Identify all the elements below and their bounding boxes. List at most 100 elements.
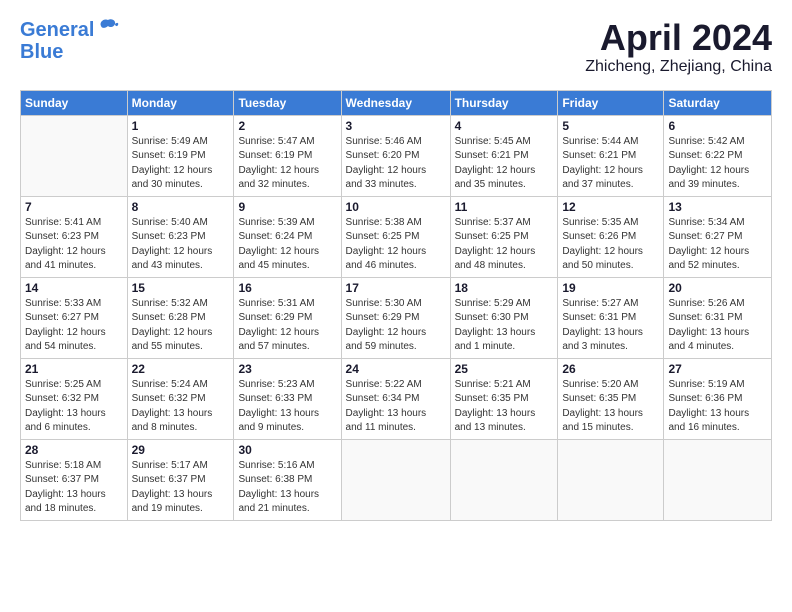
day-info: Sunrise: 5:21 AMSunset: 6:35 PMDaylight:… [455, 378, 554, 436]
week-row-4: 21 Sunrise: 5:25 AMSunset: 6:32 PMDayligh… [21, 358, 772, 439]
day-info: Sunrise: 5:44 AMSunset: 6:21 PMDaylight:… [562, 135, 659, 193]
day-info: Sunrise: 5:18 AMSunset: 6:37 PMDaylight:… [25, 459, 123, 517]
day-number: 28 [25, 443, 123, 457]
calendar-cell: 7 Sunrise: 5:41 AMSunset: 6:23 PMDaylight… [21, 196, 128, 277]
day-info: Sunrise: 5:31 AMSunset: 6:29 PMDaylight:… [238, 297, 336, 355]
calendar-cell: 29 Sunrise: 5:17 AMSunset: 6:37 PMDayligh… [127, 439, 234, 520]
calendar-cell: 3 Sunrise: 5:46 AMSunset: 6:20 PMDaylight… [341, 115, 450, 196]
header-wednesday: Wednesday [341, 90, 450, 115]
day-info: Sunrise: 5:29 AMSunset: 6:30 PMDaylight:… [455, 297, 554, 355]
day-number: 26 [562, 362, 659, 376]
day-info: Sunrise: 5:26 AMSunset: 6:31 PMDaylight:… [668, 297, 767, 355]
calendar-cell: 12 Sunrise: 5:35 AMSunset: 6:26 PMDayligh… [558, 196, 664, 277]
calendar-cell: 4Sunrise: 5:45 AMSunset: 6:21 PMDaylight… [450, 115, 558, 196]
day-number: 12 [562, 200, 659, 214]
day-number: 19 [562, 281, 659, 295]
calendar-table: Sunday Monday Tuesday Wednesday Thursday… [20, 90, 772, 521]
calendar-cell: 11Sunrise: 5:37 AMSunset: 6:25 PMDayligh… [450, 196, 558, 277]
logo-general-text: General [20, 20, 94, 40]
title-block: April 2024 Zhicheng, Zhejiang, China [585, 18, 772, 76]
day-number: 24 [346, 362, 446, 376]
calendar-cell: 1 Sunrise: 5:49 AMSunset: 6:19 PMDaylight… [127, 115, 234, 196]
calendar-cell: 16 Sunrise: 5:31 AMSunset: 6:29 PMDayligh… [234, 277, 341, 358]
calendar-cell: 20 Sunrise: 5:26 AMSunset: 6:31 PMDayligh… [664, 277, 772, 358]
calendar-subtitle: Zhicheng, Zhejiang, China [585, 58, 772, 76]
day-info: Sunrise: 5:17 AMSunset: 6:37 PMDaylight:… [132, 459, 230, 517]
day-info: Sunrise: 5:33 AMSunset: 6:27 PMDaylight:… [25, 297, 123, 355]
day-number: 22 [132, 362, 230, 376]
day-number: 11 [455, 200, 554, 214]
day-number: 21 [25, 362, 123, 376]
calendar-cell [450, 439, 558, 520]
calendar-cell: 28 Sunrise: 5:18 AMSunset: 6:37 PMDayligh… [21, 439, 128, 520]
day-number: 1 [132, 119, 230, 133]
day-number: 3 [346, 119, 446, 133]
header-sunday: Sunday [21, 90, 128, 115]
calendar-cell: 17 Sunrise: 5:30 AMSunset: 6:29 PMDayligh… [341, 277, 450, 358]
day-info: Sunrise: 5:16 AMSunset: 6:38 PMDaylight:… [238, 459, 336, 517]
day-info: Sunrise: 5:20 AMSunset: 6:35 PMDaylight:… [562, 378, 659, 436]
day-info: Sunrise: 5:47 AMSunset: 6:19 PMDaylight:… [238, 135, 336, 193]
week-row-5: 28 Sunrise: 5:18 AMSunset: 6:37 PMDayligh… [21, 439, 772, 520]
day-number: 16 [238, 281, 336, 295]
day-number: 13 [668, 200, 767, 214]
bird-icon [97, 16, 119, 42]
day-info: Sunrise: 5:25 AMSunset: 6:32 PMDaylight:… [25, 378, 123, 436]
week-row-1: 1 Sunrise: 5:49 AMSunset: 6:19 PMDaylight… [21, 115, 772, 196]
page: General Blue April 2024 Zhicheng, Zhejia… [0, 0, 792, 531]
calendar-cell [558, 439, 664, 520]
day-number: 27 [668, 362, 767, 376]
day-number: 8 [132, 200, 230, 214]
day-info: Sunrise: 5:42 AMSunset: 6:22 PMDaylight:… [668, 135, 767, 193]
day-number: 20 [668, 281, 767, 295]
day-number: 7 [25, 200, 123, 214]
day-info: Sunrise: 5:40 AMSunset: 6:23 PMDaylight:… [132, 216, 230, 274]
calendar-cell: 10Sunrise: 5:38 AMSunset: 6:25 PMDayligh… [341, 196, 450, 277]
calendar-cell: 25 Sunrise: 5:21 AMSunset: 6:35 PMDayligh… [450, 358, 558, 439]
calendar-cell: 13 Sunrise: 5:34 AMSunset: 6:27 PMDayligh… [664, 196, 772, 277]
day-info: Sunrise: 5:41 AMSunset: 6:23 PMDaylight:… [25, 216, 123, 274]
calendar-cell: 8 Sunrise: 5:40 AMSunset: 6:23 PMDaylight… [127, 196, 234, 277]
day-number: 18 [455, 281, 554, 295]
day-info: Sunrise: 5:34 AMSunset: 6:27 PMDaylight:… [668, 216, 767, 274]
day-info: Sunrise: 5:30 AMSunset: 6:29 PMDaylight:… [346, 297, 446, 355]
calendar-cell: 6Sunrise: 5:42 AMSunset: 6:22 PMDaylight… [664, 115, 772, 196]
day-info: Sunrise: 5:22 AMSunset: 6:34 PMDaylight:… [346, 378, 446, 436]
calendar-cell: 2Sunrise: 5:47 AMSunset: 6:19 PMDaylight… [234, 115, 341, 196]
logo-blue-text: Blue [20, 42, 119, 62]
day-number: 29 [132, 443, 230, 457]
day-info: Sunrise: 5:45 AMSunset: 6:21 PMDaylight:… [455, 135, 554, 193]
header-thursday: Thursday [450, 90, 558, 115]
day-info: Sunrise: 5:19 AMSunset: 6:36 PMDaylight:… [668, 378, 767, 436]
day-info: Sunrise: 5:35 AMSunset: 6:26 PMDaylight:… [562, 216, 659, 274]
day-number: 15 [132, 281, 230, 295]
calendar-cell: 23 Sunrise: 5:23 AMSunset: 6:33 PMDayligh… [234, 358, 341, 439]
calendar-cell: 18 Sunrise: 5:29 AMSunset: 6:30 PMDayligh… [450, 277, 558, 358]
calendar-cell: 14 Sunrise: 5:33 AMSunset: 6:27 PMDayligh… [21, 277, 128, 358]
day-number: 9 [238, 200, 336, 214]
week-row-2: 7 Sunrise: 5:41 AMSunset: 6:23 PMDaylight… [21, 196, 772, 277]
day-info: Sunrise: 5:49 AMSunset: 6:19 PMDaylight:… [132, 135, 230, 193]
calendar-cell [341, 439, 450, 520]
day-info: Sunrise: 5:38 AMSunset: 6:25 PMDaylight:… [346, 216, 446, 274]
calendar-cell: 27 Sunrise: 5:19 AMSunset: 6:36 PMDayligh… [664, 358, 772, 439]
logo: General Blue [20, 18, 119, 62]
day-number: 5 [562, 119, 659, 133]
day-number: 30 [238, 443, 336, 457]
day-info: Sunrise: 5:46 AMSunset: 6:20 PMDaylight:… [346, 135, 446, 193]
day-info: Sunrise: 5:23 AMSunset: 6:33 PMDaylight:… [238, 378, 336, 436]
header-friday: Friday [558, 90, 664, 115]
calendar-cell: 21 Sunrise: 5:25 AMSunset: 6:32 PMDayligh… [21, 358, 128, 439]
header-saturday: Saturday [664, 90, 772, 115]
header-tuesday: Tuesday [234, 90, 341, 115]
day-info: Sunrise: 5:27 AMSunset: 6:31 PMDaylight:… [562, 297, 659, 355]
day-number: 25 [455, 362, 554, 376]
calendar-cell: 22Sunrise: 5:24 AMSunset: 6:32 PMDayligh… [127, 358, 234, 439]
calendar-cell: 19 Sunrise: 5:27 AMSunset: 6:31 PMDayligh… [558, 277, 664, 358]
calendar-cell: 24 Sunrise: 5:22 AMSunset: 6:34 PMDayligh… [341, 358, 450, 439]
day-number: 14 [25, 281, 123, 295]
day-number: 17 [346, 281, 446, 295]
day-number: 23 [238, 362, 336, 376]
week-row-3: 14 Sunrise: 5:33 AMSunset: 6:27 PMDayligh… [21, 277, 772, 358]
calendar-cell: 5 Sunrise: 5:44 AMSunset: 6:21 PMDaylight… [558, 115, 664, 196]
